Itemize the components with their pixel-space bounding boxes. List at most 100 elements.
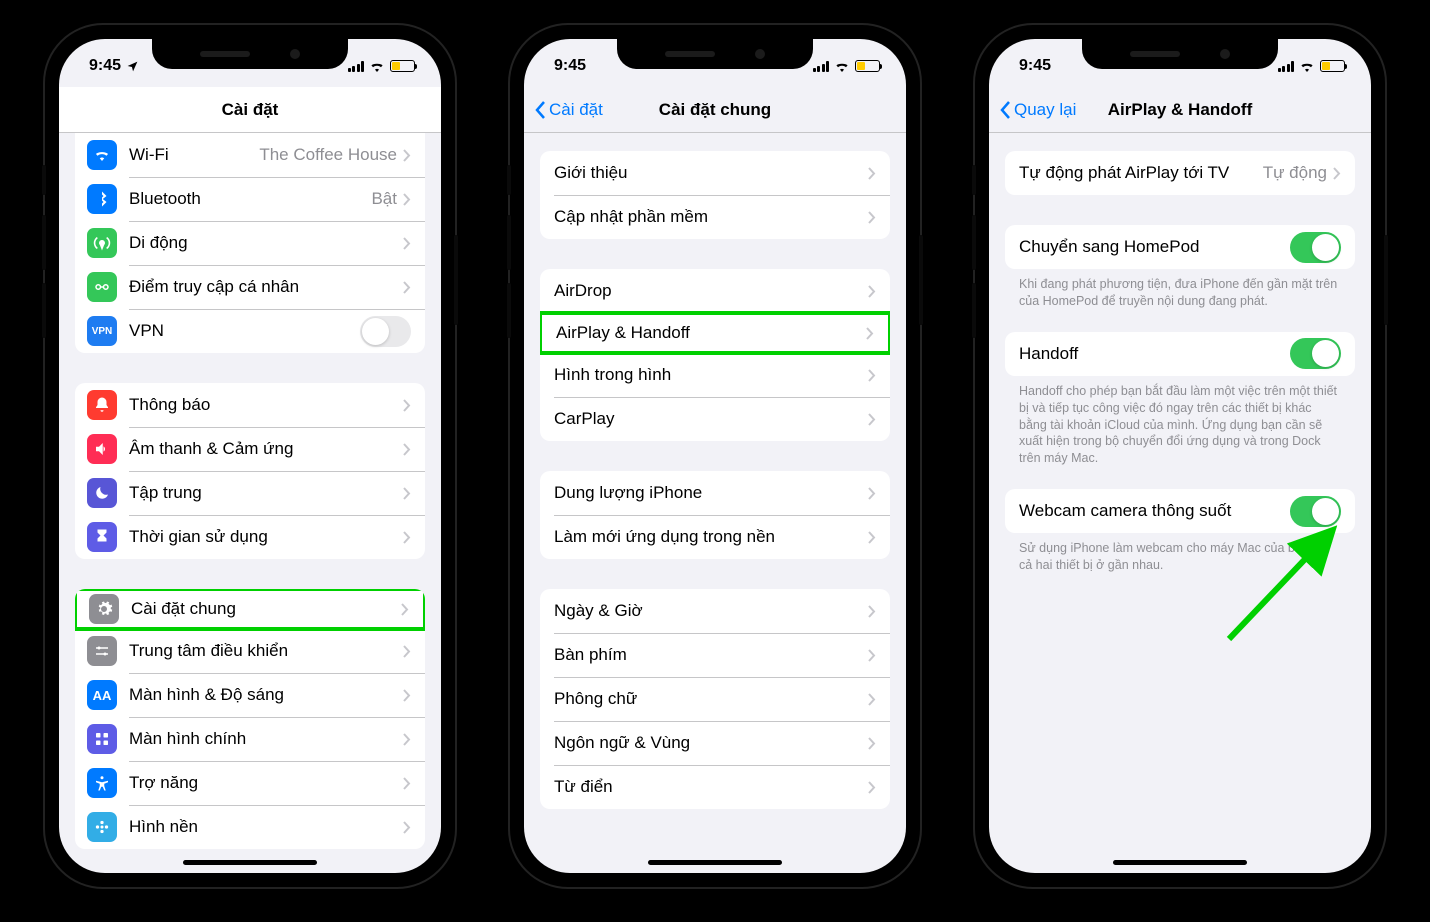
row-screentime[interactable]: Thời gian sử dụng <box>75 515 425 559</box>
chevron-right-icon <box>403 443 411 456</box>
moon-icon <box>87 478 117 508</box>
page-title: Cài đặt chung <box>659 100 771 120</box>
hourglass-icon <box>87 522 117 552</box>
row-accessibility[interactable]: Trợ năng <box>75 761 425 805</box>
row-software-update[interactable]: Cập nhật phần mềm <box>540 195 890 239</box>
row-general[interactable]: Cài đặt chung <box>75 589 425 631</box>
chevron-right-icon <box>868 649 876 662</box>
antenna-icon <box>87 228 117 258</box>
row-storage[interactable]: Dung lượng iPhone <box>540 471 890 515</box>
row-bluetooth[interactable]: Bluetooth Bật <box>75 177 425 221</box>
chevron-right-icon <box>403 645 411 658</box>
chevron-right-icon <box>403 237 411 250</box>
nav-bar: Cài đặt <box>59 87 441 133</box>
chevron-right-icon <box>403 487 411 500</box>
row-wifi[interactable]: Wi-Fi The Coffee House <box>75 133 425 177</box>
chevron-right-icon <box>868 413 876 426</box>
chevron-right-icon <box>868 693 876 706</box>
row-wallpaper[interactable]: Hình nền <box>75 805 425 849</box>
chevron-right-icon <box>868 737 876 750</box>
wifi-icon <box>834 60 850 72</box>
row-homepod[interactable]: Chuyển sang HomePod <box>1005 225 1355 269</box>
chevron-left-icon <box>534 100 546 120</box>
general-section-locale: Ngày & Giờ Bàn phím Phông chữ Ngôn ngữ &… <box>540 589 890 809</box>
grid-icon <box>87 724 117 754</box>
row-language[interactable]: Ngôn ngữ & Vùng <box>540 721 890 765</box>
gear-icon <box>89 594 119 624</box>
row-fonts[interactable]: Phông chữ <box>540 677 890 721</box>
chevron-right-icon <box>868 487 876 500</box>
page-title: Cài đặt <box>222 100 279 120</box>
back-button[interactable]: Quay lại <box>999 100 1076 120</box>
row-auto-airplay[interactable]: Tự động phát AirPlay tới TV Tự động <box>1005 151 1355 195</box>
flower-icon <box>87 812 117 842</box>
row-keyboard[interactable]: Bàn phím <box>540 633 890 677</box>
row-airplay-handoff[interactable]: AirPlay & Handoff <box>540 311 890 355</box>
webcam-toggle[interactable] <box>1290 496 1341 527</box>
chevron-right-icon <box>403 281 411 294</box>
chevron-right-icon <box>868 369 876 382</box>
row-hotspot[interactable]: Điểm truy cập cá nhân <box>75 265 425 309</box>
handoff-footer: Handoff cho phép bạn bắt đầu làm một việ… <box>989 376 1371 467</box>
home-indicator[interactable] <box>648 860 782 865</box>
row-dictionary[interactable]: Từ điển <box>540 765 890 809</box>
airplay-section-webcam: Webcam camera thông suốt <box>1005 489 1355 533</box>
page-title: AirPlay & Handoff <box>1108 100 1253 120</box>
notch <box>152 39 348 69</box>
chevron-right-icon <box>866 327 874 340</box>
status-time: 9:45 <box>89 57 121 75</box>
bell-icon <box>87 390 117 420</box>
airplay-section-handoff: Handoff <box>1005 332 1355 376</box>
battery-icon <box>855 60 880 72</box>
row-display[interactable]: AA Màn hình & Độ sáng <box>75 673 425 717</box>
webcam-footer: Sử dụng iPhone làm webcam cho máy Mac củ… <box>989 533 1371 574</box>
back-button[interactable]: Cài đặt <box>534 100 603 120</box>
text-size-icon: AA <box>87 680 117 710</box>
handoff-toggle[interactable] <box>1290 338 1341 369</box>
chevron-right-icon <box>868 285 876 298</box>
status-time: 9:45 <box>1019 57 1051 75</box>
row-cellular[interactable]: Di động <box>75 221 425 265</box>
row-sound[interactable]: Âm thanh & Cảm ứng <box>75 427 425 471</box>
row-homescreen[interactable]: Màn hình chính <box>75 717 425 761</box>
home-indicator[interactable] <box>183 860 317 865</box>
vpn-toggle[interactable] <box>360 316 411 347</box>
sliders-icon <box>87 636 117 666</box>
phone-frame-1: 9:45 Cài đặt Wi-Fi The Coffee House <box>45 25 455 887</box>
row-pip[interactable]: Hình trong hình <box>540 353 890 397</box>
chevron-right-icon <box>403 777 411 790</box>
airplay-section-homepod: Chuyển sang HomePod <box>1005 225 1355 269</box>
chevron-left-icon <box>999 100 1011 120</box>
row-airdrop[interactable]: AirDrop <box>540 269 890 313</box>
row-continuity-camera[interactable]: Webcam camera thông suốt <box>1005 489 1355 533</box>
row-bg-refresh[interactable]: Làm mới ứng dụng trong nền <box>540 515 890 559</box>
row-datetime[interactable]: Ngày & Giờ <box>540 589 890 633</box>
nav-bar: Cài đặt Cài đặt chung <box>524 87 906 133</box>
row-carplay[interactable]: CarPlay <box>540 397 890 441</box>
row-notifications[interactable]: Thông báo <box>75 383 425 427</box>
chevron-right-icon <box>868 211 876 224</box>
nav-bar: Quay lại AirPlay & Handoff <box>989 87 1371 133</box>
cellular-signal-icon <box>813 61 830 72</box>
general-section-storage: Dung lượng iPhone Làm mới ứng dụng trong… <box>540 471 890 559</box>
battery-icon <box>1320 60 1345 72</box>
phone-frame-2: 9:45 Cài đặt Cài đặt chung Giới thiệu Cậ… <box>510 25 920 887</box>
general-section-airplay: AirDrop AirPlay & Handoff Hình trong hìn… <box>540 269 890 441</box>
home-indicator[interactable] <box>1113 860 1247 865</box>
homepod-toggle[interactable] <box>1290 232 1341 263</box>
row-handoff[interactable]: Handoff <box>1005 332 1355 376</box>
cellular-signal-icon <box>348 61 365 72</box>
row-focus[interactable]: Tập trung <box>75 471 425 515</box>
row-control-center[interactable]: Trung tâm điều khiển <box>75 629 425 673</box>
wifi-icon <box>87 140 117 170</box>
chevron-right-icon <box>403 531 411 544</box>
row-about[interactable]: Giới thiệu <box>540 151 890 195</box>
wifi-icon <box>369 60 385 72</box>
settings-section-general: Cài đặt chung Trung tâm điều khiển AA Mà… <box>75 589 425 849</box>
chevron-right-icon <box>403 689 411 702</box>
chevron-right-icon <box>868 605 876 618</box>
row-vpn[interactable]: VPN VPN <box>75 309 425 353</box>
status-time: 9:45 <box>554 57 586 75</box>
homepod-footer: Khi đang phát phương tiện, đưa iPhone đế… <box>989 269 1371 310</box>
speaker-icon <box>87 434 117 464</box>
